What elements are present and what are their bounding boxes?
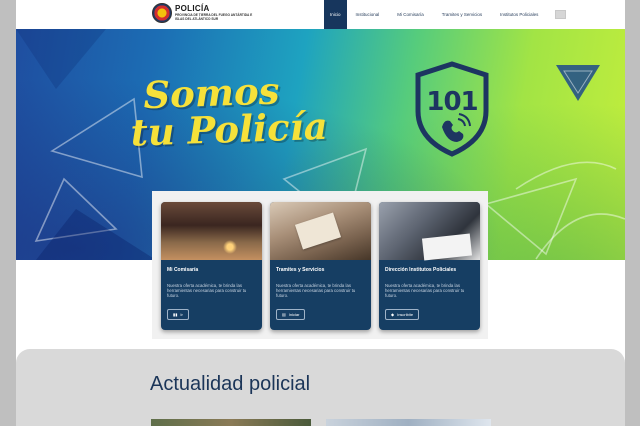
nav-item-institutos[interactable]: Institutos Policiales (491, 0, 547, 29)
news-heading: Actualidad policial (150, 373, 311, 395)
nav-item-tramites[interactable]: Tramites y Servicios (433, 0, 491, 29)
inscribite-button[interactable]: ◆ Inscribite (385, 309, 420, 320)
nav-item-institucional[interactable]: Institucional (347, 0, 389, 29)
card-image (379, 202, 480, 260)
iniciar-button[interactable]: ▤ Iniciar (276, 309, 306, 320)
card-title: Tramites y Servicios (276, 267, 325, 273)
emergency-101-badge: 101 (412, 61, 492, 157)
card-description: Nuestra oferta académica, te brinda las … (167, 283, 247, 299)
card-image (161, 202, 262, 260)
police-seal-icon (152, 3, 172, 23)
card-description: Nuestra oferta académica, te brinda las … (276, 283, 356, 299)
building-icon: ▮▮ (173, 312, 178, 317)
search-button[interactable] (555, 10, 567, 19)
nav-item-inicio[interactable]: Inicio (324, 0, 347, 29)
website: POLICÍA PROVINCIA DE TIERRA DEL FUEGO AN… (16, 0, 625, 426)
nav-item-mi-comisaria[interactable]: Mi Comisaría (388, 0, 433, 29)
card-title: Dirección Institutos Policiales (385, 267, 457, 273)
main-nav: Inicio Institucional Mi Comisaría Tramit… (324, 0, 567, 29)
news-thumbnail[interactable] (326, 419, 491, 426)
card-tramites[interactable]: Tramites y Servicios Nuestra oferta acad… (270, 202, 371, 330)
emergency-number: 101 (426, 87, 478, 117)
site-header: POLICÍA PROVINCIA DE TIERRA DEL FUEGO AN… (16, 0, 625, 29)
left-gutter (0, 0, 16, 426)
form-icon: ▤ (282, 312, 286, 317)
logo-subtitle: PROVINCIA DE TIERRA DEL FUEGO ANTÁRTIDA … (175, 12, 253, 21)
site-logo[interactable]: POLICÍA PROVINCIA DE TIERRA DEL FUEGO AN… (152, 3, 257, 23)
ir-button[interactable]: ▮▮ Ir (167, 309, 189, 320)
news-thumbnail[interactable] (151, 419, 311, 426)
logo-title: POLICÍA (175, 3, 210, 13)
card-title: Mi Comisaría (167, 267, 199, 273)
card-description: Nuestra oferta académica, te brinda las … (385, 283, 465, 299)
hero-headline: Somos tu Policía (129, 68, 329, 155)
right-gutter (625, 0, 640, 426)
card-institutos[interactable]: Dirección Institutos Policiales Nuestra … (379, 202, 480, 330)
card-image (270, 202, 371, 260)
news-section: Actualidad policial (16, 349, 625, 426)
card-mi-comisaria[interactable]: Mi Comisaría Nuestra oferta académica, t… (161, 202, 262, 330)
graduation-cap-icon: ◆ (391, 312, 395, 317)
